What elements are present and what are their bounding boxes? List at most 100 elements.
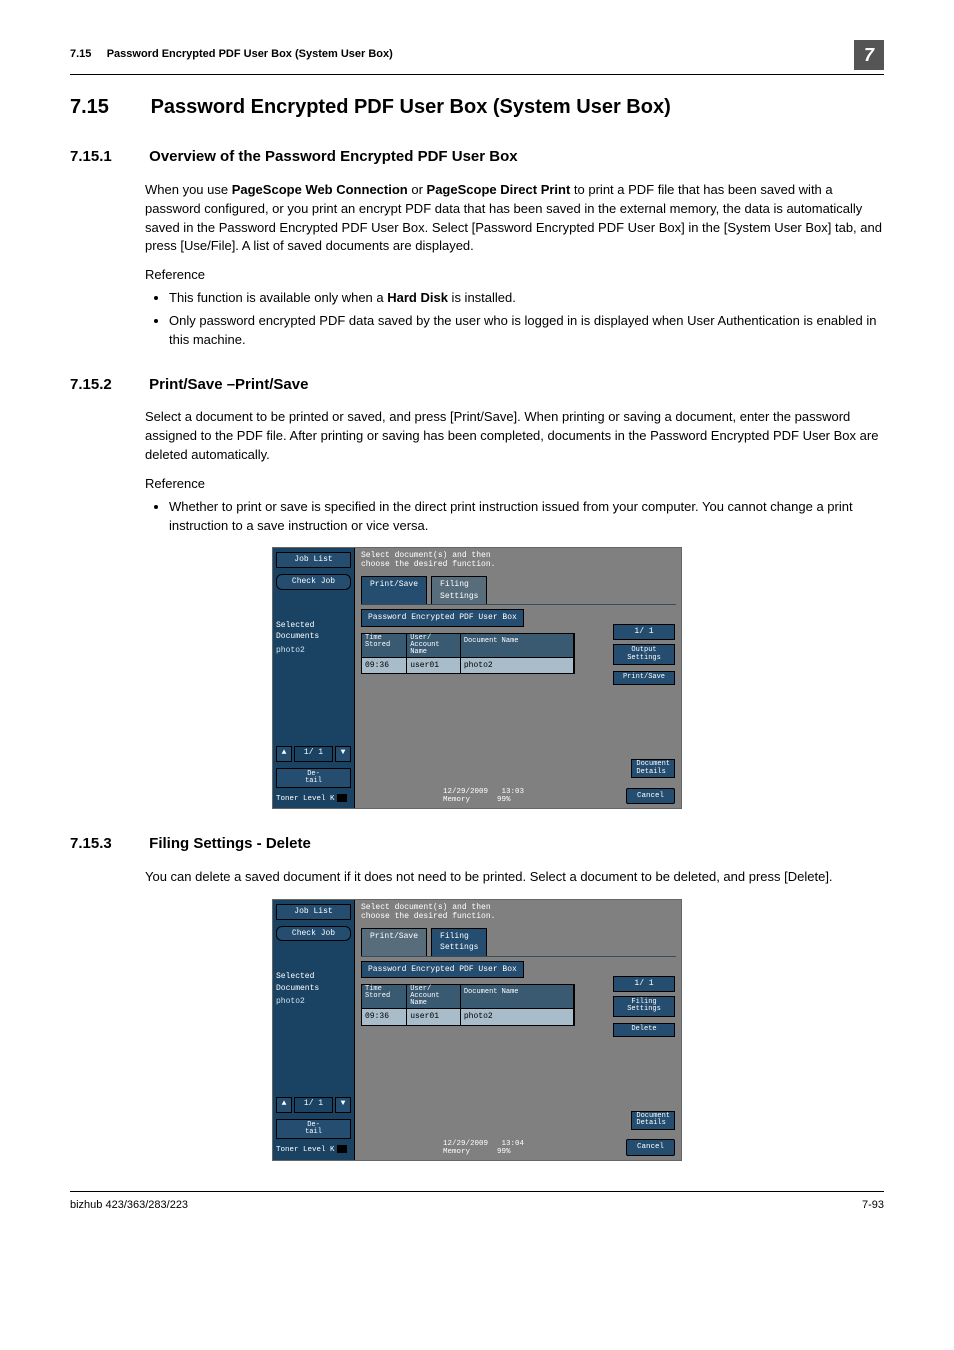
subsection-1-heading: Overview of the Password Encrypted PDF U… bbox=[149, 148, 517, 165]
print-save-button[interactable]: Print/Save bbox=[613, 671, 675, 685]
bold-pagescope-web: PageScope Web Connection bbox=[232, 182, 408, 197]
chapter-badge: 7 bbox=[854, 40, 884, 70]
sub2-reference-label: Reference bbox=[145, 475, 884, 494]
pager-down-icon[interactable]: ▼ bbox=[335, 1097, 351, 1113]
section-num: 7.15 bbox=[70, 93, 145, 122]
running-header-num: 7.15 bbox=[70, 48, 91, 60]
sub1-bullets: This function is available only when a H… bbox=[145, 289, 884, 350]
tab-print-save[interactable]: Print/Save bbox=[361, 576, 427, 604]
tab-filing-settings[interactable]: FilingSettings bbox=[431, 576, 487, 604]
table-row[interactable]: 09:36 user01 photo2 bbox=[361, 1009, 575, 1026]
sub2-bullets: Whether to print or save is specified in… bbox=[145, 498, 884, 536]
filing-settings-button[interactable]: FilingSettings bbox=[613, 996, 675, 1017]
instruction-text: Select document(s) and then choose the d… bbox=[361, 552, 676, 570]
table-row[interactable]: 09:36 user01 photo2 bbox=[361, 658, 575, 675]
page-footer: bizhub 423/363/283/223 7-93 bbox=[70, 1191, 884, 1214]
toner-bar-icon bbox=[337, 1145, 347, 1153]
main-page-indicator: 1/ 1 bbox=[613, 976, 675, 992]
toner-level: Toner Level K bbox=[276, 1145, 351, 1156]
subsection-1-title: 7.15.1 Overview of the Password Encrypte… bbox=[70, 146, 884, 168]
cancel-button[interactable]: Cancel bbox=[626, 788, 675, 805]
selected-documents-value: photo2 bbox=[276, 996, 351, 1008]
running-header: 7.15 Password Encrypted PDF User Box (Sy… bbox=[70, 40, 884, 75]
table-header: TimeStored User/Account Name Document Na… bbox=[361, 633, 575, 658]
selected-documents-label: Selected Documents bbox=[276, 971, 351, 994]
pager-up-icon[interactable]: ▲ bbox=[276, 746, 292, 762]
ss2-left-panel: Job List Check Job Selected Documents ph… bbox=[273, 900, 355, 1160]
delete-button[interactable]: Delete bbox=[613, 1023, 675, 1037]
screenshot-printsave: Job List Check Job Selected Documents ph… bbox=[272, 547, 682, 809]
subsection-2-num: 7.15.2 bbox=[70, 374, 145, 396]
job-list-button[interactable]: Job List bbox=[276, 904, 351, 920]
ss1-footer-meta: 12/29/2009 13:03 Memory 99% bbox=[443, 788, 524, 805]
subsection-3-heading: Filing Settings - Delete bbox=[149, 835, 311, 852]
output-settings-button[interactable]: OutputSettings bbox=[613, 644, 675, 665]
table-header: TimeStored User/Account Name Document Na… bbox=[361, 984, 575, 1009]
cancel-button[interactable]: Cancel bbox=[626, 1139, 675, 1156]
detail-button[interactable]: De- tail bbox=[276, 768, 351, 788]
check-job-button[interactable]: Check Job bbox=[276, 926, 351, 942]
subsection-3-num: 7.15.3 bbox=[70, 833, 145, 855]
sub1-bullet-2: Only password encrypted PDF data saved b… bbox=[169, 312, 884, 350]
col-document-name[interactable]: Document Name bbox=[461, 985, 574, 1008]
pager-down-icon[interactable]: ▼ bbox=[335, 746, 351, 762]
sub2-paragraph: Select a document to be printed or saved… bbox=[145, 408, 884, 465]
footer-model: bizhub 423/363/283/223 bbox=[70, 1198, 188, 1214]
cell-time: 09:36 bbox=[362, 658, 407, 674]
sub2-bullet-1: Whether to print or save is specified in… bbox=[169, 498, 884, 536]
section-heading: Password Encrypted PDF User Box (System … bbox=[151, 96, 671, 118]
footer-page-number: 7-93 bbox=[862, 1198, 884, 1214]
running-header-title: Password Encrypted PDF User Box (System … bbox=[107, 48, 393, 60]
pager-up-icon[interactable]: ▲ bbox=[276, 1097, 292, 1113]
tab-print-save[interactable]: Print/Save bbox=[361, 928, 427, 956]
document-table: TimeStored User/Account Name Document Na… bbox=[361, 633, 575, 675]
tab-bar: Print/Save FilingSettings bbox=[361, 928, 676, 957]
selected-documents-label: Selected Documents bbox=[276, 620, 351, 643]
sub-tab-pdf-box[interactable]: Password Encrypted PDF User Box bbox=[361, 961, 524, 979]
cell-time: 09:36 bbox=[362, 1009, 407, 1025]
screenshot-delete: Job List Check Job Selected Documents ph… bbox=[272, 899, 682, 1161]
ss1-main: Select document(s) and then choose the d… bbox=[355, 548, 681, 808]
sub1-reference-label: Reference bbox=[145, 266, 884, 285]
selected-documents-value: photo2 bbox=[276, 645, 351, 657]
tab-bar: Print/Save FilingSettings bbox=[361, 576, 676, 605]
ss1-left-panel: Job List Check Job Selected Documents ph… bbox=[273, 548, 355, 808]
ss2-main: Select document(s) and then choose the d… bbox=[355, 900, 681, 1160]
cell-docname: photo2 bbox=[461, 658, 574, 674]
subsection-3-title: 7.15.3 Filing Settings - Delete bbox=[70, 833, 884, 855]
cell-docname: photo2 bbox=[461, 1009, 574, 1025]
ss2-footer: 12/29/2009 13:04 Memory 99% Cancel bbox=[443, 1139, 675, 1156]
col-user-account[interactable]: User/Account Name bbox=[407, 634, 461, 657]
document-table: TimeStored User/Account Name Document Na… bbox=[361, 984, 575, 1026]
left-pager: ▲ 1/ 1 ▼ bbox=[276, 746, 351, 762]
detail-button[interactable]: De- tail bbox=[276, 1119, 351, 1139]
cell-user: user01 bbox=[407, 658, 461, 674]
bold-hard-disk: Hard Disk bbox=[387, 290, 448, 305]
col-user-account[interactable]: User/Account Name bbox=[407, 985, 461, 1008]
ss2-footer-meta: 12/29/2009 13:04 Memory 99% bbox=[443, 1140, 524, 1157]
instruction-text: Select document(s) and then choose the d… bbox=[361, 904, 676, 922]
ss1-footer: 12/29/2009 13:03 Memory 99% Cancel bbox=[443, 788, 675, 805]
document-details-button[interactable]: DocumentDetails bbox=[631, 759, 675, 778]
col-time-stored[interactable]: TimeStored bbox=[362, 985, 407, 1008]
pager-page: 1/ 1 bbox=[294, 1097, 333, 1113]
document-details-button[interactable]: DocumentDetails bbox=[631, 1111, 675, 1130]
sub3-paragraph: You can delete a saved document if it do… bbox=[145, 868, 884, 887]
section-title: 7.15 Password Encrypted PDF User Box (Sy… bbox=[70, 93, 884, 122]
toner-level: Toner Level K bbox=[276, 794, 351, 805]
bold-pagescope-direct: PageScope Direct Print bbox=[427, 182, 571, 197]
left-pager: ▲ 1/ 1 ▼ bbox=[276, 1097, 351, 1113]
col-time-stored[interactable]: TimeStored bbox=[362, 634, 407, 657]
col-document-name[interactable]: Document Name bbox=[461, 634, 574, 657]
subsection-2-heading: Print/Save –Print/Save bbox=[149, 376, 308, 393]
pager-page: 1/ 1 bbox=[294, 746, 333, 762]
check-job-button[interactable]: Check Job bbox=[276, 574, 351, 590]
sub1-paragraph: When you use PageScope Web Connection or… bbox=[145, 181, 884, 256]
subsection-1-num: 7.15.1 bbox=[70, 146, 145, 168]
tab-filing-settings[interactable]: FilingSettings bbox=[431, 928, 487, 956]
job-list-button[interactable]: Job List bbox=[276, 552, 351, 568]
sub-tab-pdf-box[interactable]: Password Encrypted PDF User Box bbox=[361, 609, 524, 627]
subsection-2-title: 7.15.2 Print/Save –Print/Save bbox=[70, 374, 884, 396]
ss2-right-buttons: 1/ 1 FilingSettings Delete bbox=[613, 976, 675, 1043]
toner-bar-icon bbox=[337, 794, 347, 802]
